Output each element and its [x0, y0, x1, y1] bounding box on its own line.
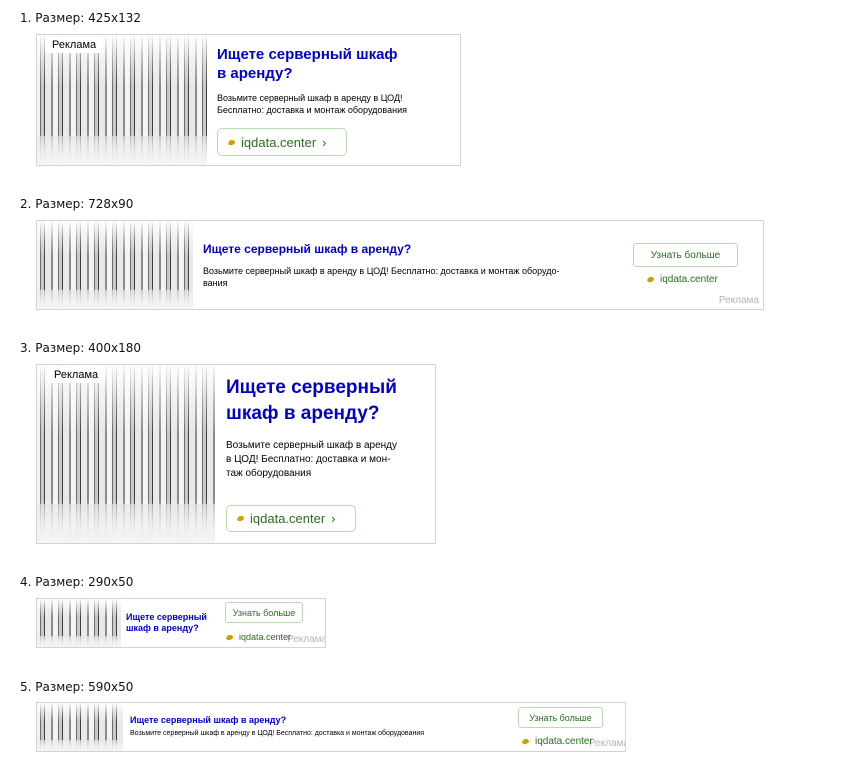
chevron-right-icon: › [331, 511, 336, 526]
caption-590x50: 5. Размер: 590x50 [20, 680, 134, 694]
ad-title[interactable]: Ищете серверный шкаф в аренду? [203, 242, 411, 257]
ad-text: Возьмите серверный шкаф в аренду в ЦОД! Б… [217, 93, 407, 115]
iqdata-favicon-icon [227, 138, 236, 146]
ad-title[interactable]: Ищете серверный шкаф в аренду? [130, 715, 286, 726]
iqdata-favicon-icon [521, 737, 530, 746]
iqdata-favicon-icon [225, 633, 234, 641]
ad-banner-290x50[interactable]: Ищете серверный шкаф в аренду? Узнать бол… [36, 598, 326, 648]
server-room-image [37, 221, 193, 309]
server-room-image [37, 35, 207, 165]
ad-title[interactable]: Ищете серверный шкаф в аренду? [217, 45, 398, 83]
domain-button[interactable]: iqdata.center › [226, 505, 356, 532]
domain-button[interactable]: iqdata.center › [217, 128, 347, 156]
server-room-image [37, 365, 215, 543]
domain-link[interactable]: iqdata.center [646, 274, 718, 285]
learn-more-button[interactable]: Узнать больше [225, 602, 303, 623]
ad-banner-400x180[interactable]: Реклама Ищете серверный шкаф в аренду? Во… [36, 364, 436, 544]
iqdata-favicon-icon [646, 275, 655, 284]
iqdata-favicon-icon [236, 514, 245, 523]
ad-label: Реклама [287, 634, 326, 645]
caption-290x50: 4. Размер: 290x50 [20, 575, 134, 589]
domain-link[interactable]: iqdata.center [521, 736, 593, 747]
ad-label: Реклама [718, 295, 759, 306]
caption-728x90: 2. Размер: 728x90 [20, 197, 134, 211]
ad-label: Реклама [47, 367, 106, 383]
ad-title[interactable]: Ищете серверный шкаф в аренду? [126, 612, 207, 634]
server-room-image [37, 599, 121, 647]
learn-more-button[interactable]: Узнать больше [518, 707, 603, 728]
server-room-image [37, 703, 123, 751]
ad-text: Возьмите серверный шкаф в аренду в ЦОД! … [130, 730, 425, 737]
ad-text: Возьмите серверный шкаф в аренду в ЦОД! Б… [226, 440, 398, 479]
ad-label: Реклама [589, 738, 626, 749]
caption-400x180: 3. Размер: 400x180 [20, 341, 142, 355]
caption-425x132: 1. Размер: 425x132 [20, 11, 142, 25]
learn-more-button[interactable]: Узнать больше [633, 243, 738, 267]
domain-link[interactable]: iqdata.center [225, 632, 291, 642]
ad-label: Реклама [45, 37, 104, 53]
ad-title[interactable]: Ищете серверный шкаф в аренду? [226, 375, 397, 427]
ad-banner-425x132[interactable]: Реклама Ищете серверный шкаф в аренду? Во… [36, 34, 461, 166]
ad-text: Возьмите серверный шкаф в аренду в ЦОД! … [203, 266, 560, 288]
chevron-right-icon: › [322, 134, 327, 150]
ad-banner-728x90[interactable]: Ищете серверный шкаф в аренду? Возьмите … [36, 220, 764, 310]
ad-banner-590x50[interactable]: Ищете серверный шкаф в аренду? Возьмите … [36, 702, 626, 752]
